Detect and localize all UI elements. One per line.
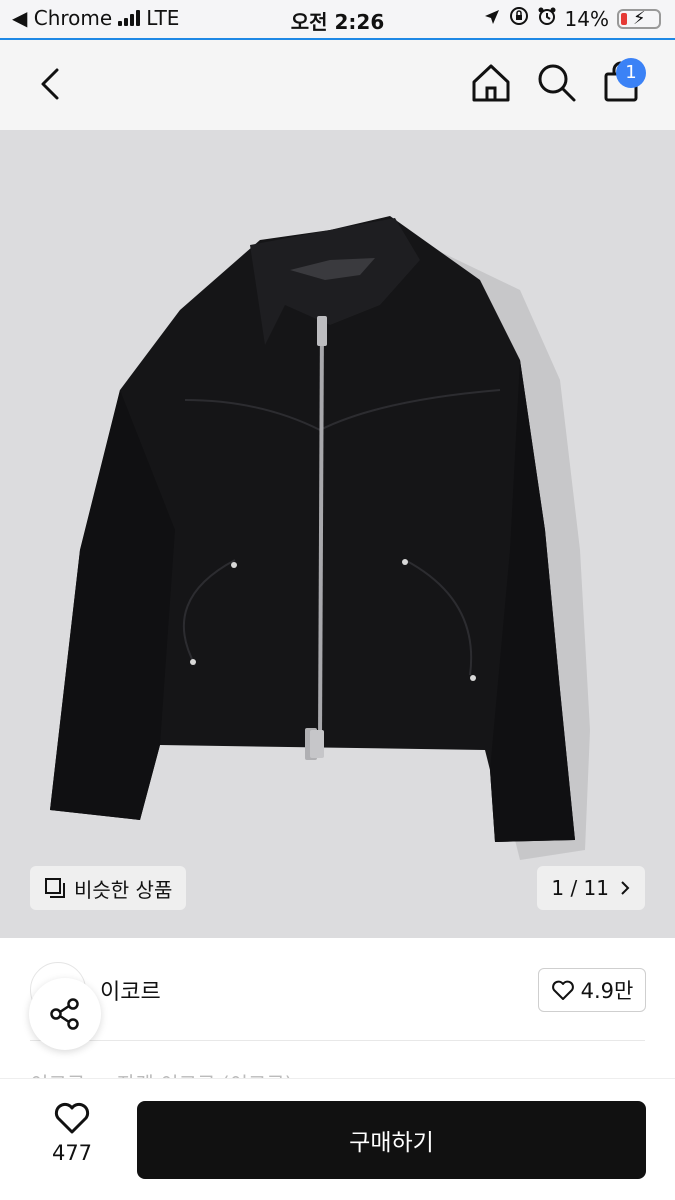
search-icon	[538, 64, 576, 102]
image-counter[interactable]: 1 / 11	[537, 866, 645, 910]
gallery-icon	[45, 878, 65, 898]
heart-outline-icon	[551, 980, 574, 1000]
status-bar: ◀ Chrome LTE 오전 2:26 14% ⚡	[0, 0, 675, 38]
buy-button[interactable]: 구매하기	[137, 1101, 646, 1179]
app-header: 1	[0, 40, 675, 130]
search-button[interactable]	[534, 60, 580, 106]
bottom-action-bar: 477 구매하기	[0, 1078, 675, 1200]
back-button[interactable]	[30, 62, 74, 106]
battery-percent: 14%	[564, 6, 609, 31]
rotation-lock-icon	[509, 6, 529, 31]
similar-products-button[interactable]: 비슷한 상품	[30, 866, 187, 910]
chevron-left-icon	[41, 68, 59, 100]
share-icon	[50, 998, 79, 1030]
section-divider	[30, 1040, 645, 1041]
status-right: 14% ⚡	[483, 6, 661, 31]
shop-name[interactable]: 이코르	[100, 974, 161, 1006]
chevron-right-icon	[621, 881, 630, 895]
home-button[interactable]	[468, 60, 514, 106]
shop-like-button[interactable]: 4.9만	[538, 968, 646, 1012]
alarm-icon	[537, 6, 557, 31]
image-counter-text: 1 / 11	[551, 876, 609, 900]
home-icon	[472, 64, 510, 102]
wishlist-count: 477	[51, 1141, 93, 1165]
battery-icon: ⚡	[617, 8, 661, 29]
shop-like-count: 4.9만	[580, 979, 634, 1003]
similar-products-label: 비슷한 상품	[74, 877, 173, 902]
share-button[interactable]	[29, 978, 101, 1050]
heart-outline-icon	[54, 1102, 90, 1134]
location-icon	[483, 7, 501, 31]
jacket-photo	[50, 216, 590, 860]
shop-info-row: 이코르 4.9만	[0, 938, 675, 1048]
cart-count-badge: 1	[616, 58, 646, 88]
product-image-gallery[interactable]: 비슷한 상품 1 / 11	[0, 130, 675, 938]
wishlist-button[interactable]: 477	[36, 1101, 108, 1165]
